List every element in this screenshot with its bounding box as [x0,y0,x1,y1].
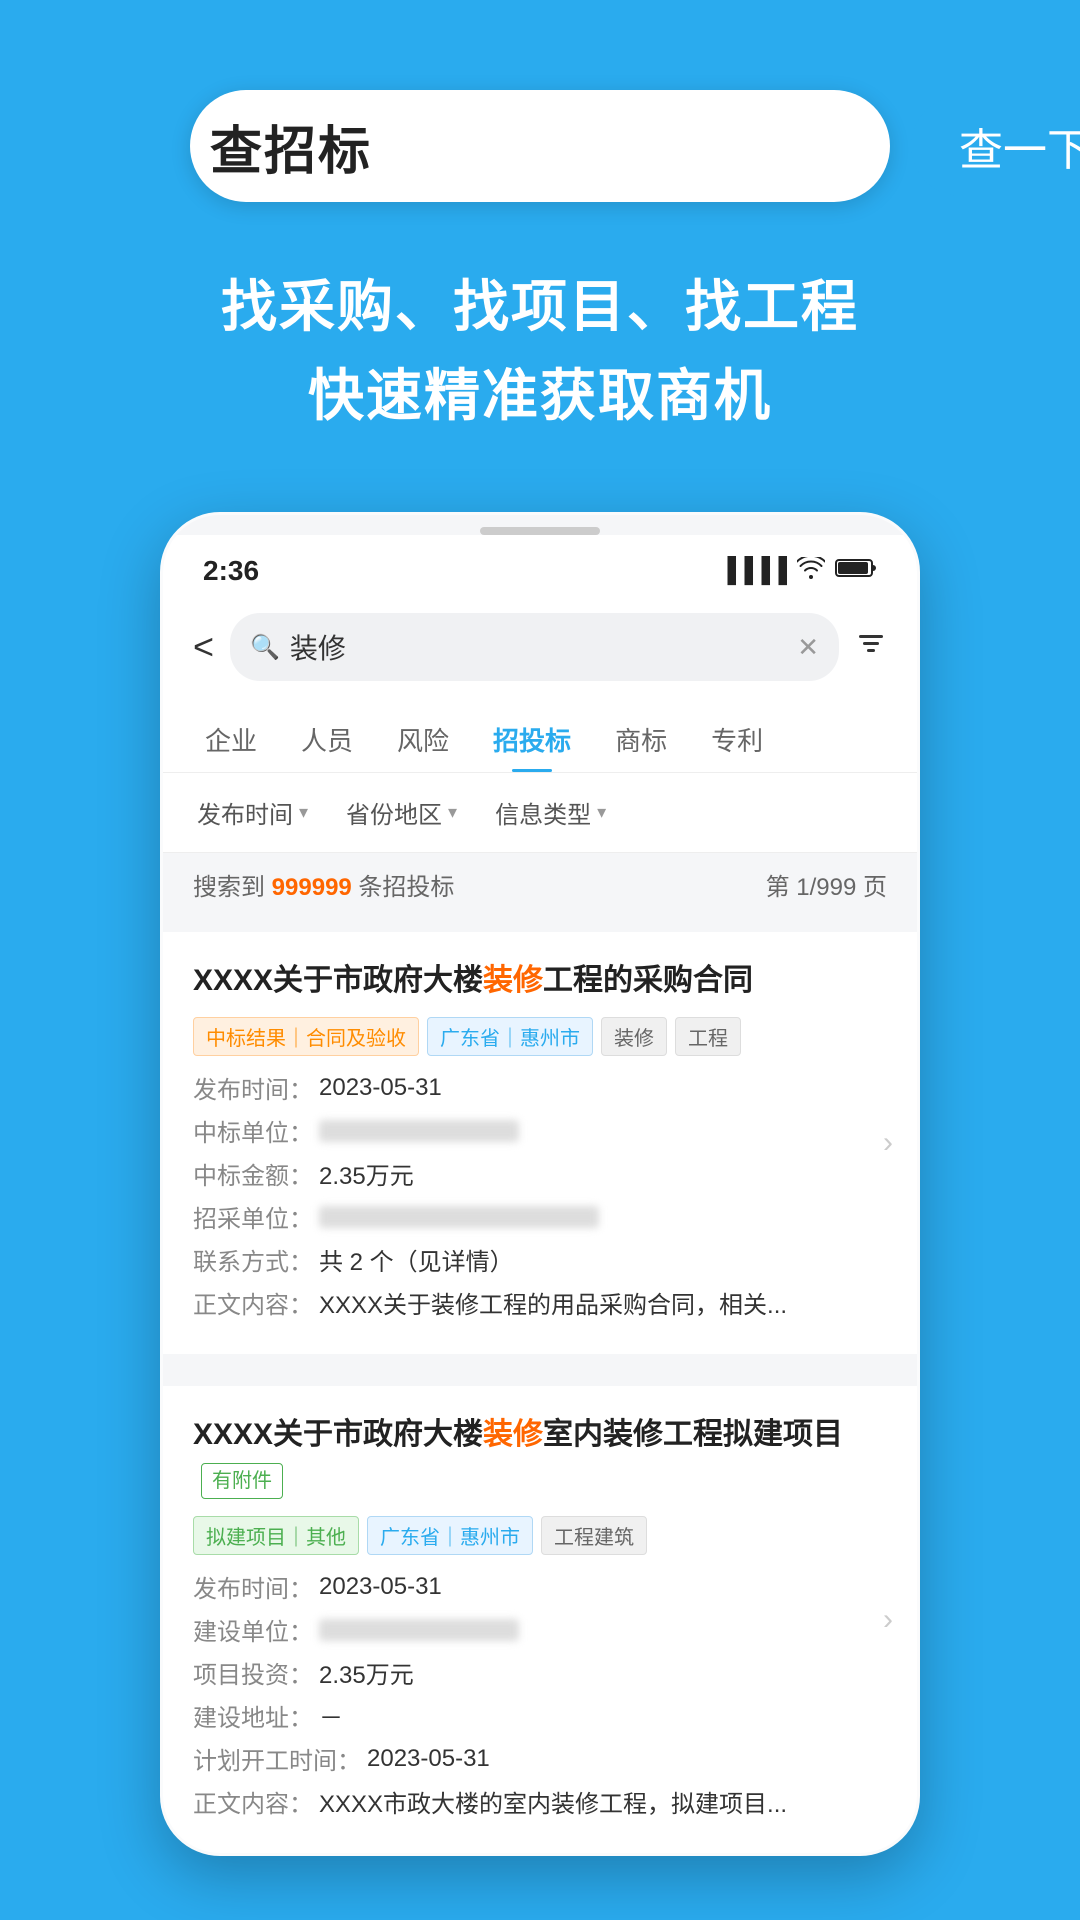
result-item-1[interactable]: XXXX关于市政府大楼装修工程的采购合同 中标结果｜合同及验收 广东省｜惠州市 … [163,932,917,1354]
item-divider [163,1354,917,1370]
result-item-2[interactable]: XXXX关于市政府大楼装修室内装修工程拟建项目 有附件 拟建项目｜其他 广东省｜… [163,1386,917,1853]
result-item-1-tags: 中标结果｜合同及验收 广东省｜惠州市 装修 工程 [193,1017,887,1056]
tag-zhongbiao: 中标结果｜合同及验收 [193,1017,419,1056]
result-item-1-contact: 联系方式： 共 2 个（见详情） [193,1242,887,1277]
subtitle-line1: 找采购、找项目、找工程 [221,262,859,343]
filter-info-type[interactable]: 信息类型 ▾ [481,787,620,838]
phone-filter-icon[interactable] [855,627,887,667]
phone-back-button[interactable]: < [193,626,214,668]
tag-gongcheng-jianzhu: 工程建筑 [541,1516,647,1555]
filter-province-arrow: ▾ [448,802,457,823]
result-item-1-title: XXXX关于市政府大楼装修工程的采购合同 [193,958,887,1003]
filter-publish-time-label: 发布时间 [197,795,293,830]
phone-mockup-wrapper: 2:36 ▐▐▐▐ [160,512,920,1896]
filter-row: 发布时间 ▾ 省份地区 ▾ 信息类型 ▾ [163,773,917,853]
phone-clear-icon[interactable]: ✕ [797,632,819,663]
subtitle-block: 找采购、找项目、找工程 快速精准获取商机 [221,262,859,432]
result-item-2-investment: 项目投资： 2.35万元 [193,1655,887,1690]
main-search-input[interactable] [210,116,911,176]
result-count-text: 搜索到 999999 条招投标 [193,867,454,902]
result-item-2-start-time: 计划开工时间： 2023-05-31 [193,1741,887,1776]
phone-notch [480,527,600,535]
result-item-2-builder-blurred [319,1619,519,1641]
result-item-2-tags: 拟建项目｜其他 广东省｜惠州市 工程建筑 [193,1516,887,1555]
signal-icon: ▐▐▐▐ [719,557,787,585]
result-item-1-publish-time: 发布时间： 2023-05-31 [193,1070,887,1105]
tag-nijianzhu: 拟建项目｜其他 [193,1516,359,1555]
tab-招投标[interactable]: 招投标 [471,707,593,772]
result-item-1-winner: 中标单位： [193,1113,887,1148]
tab-人员[interactable]: 人员 [279,707,375,772]
main-search-button[interactable]: 查一下 [911,96,1080,196]
filter-province-label: 省份地区 [346,795,442,830]
result-item-2-content: 正文内容： XXXX市政大楼的室内装修工程，拟建项目... [193,1784,887,1819]
tag-zhuangxiu: 装修 [601,1017,667,1056]
result-item-1-buyer-blurred [319,1206,599,1228]
result-item-2-address: 建设地址： － [193,1698,887,1733]
filter-publish-time[interactable]: 发布时间 ▾ [183,787,322,838]
tab-专利[interactable]: 专利 [689,707,785,772]
result-item-1-content: 正文内容： XXXX关于装修工程的用品采购合同，相关... [193,1285,887,1320]
tab-风险[interactable]: 风险 [375,707,471,772]
result-item-2-chevron: › [883,1603,893,1637]
phone-mockup: 2:36 ▐▐▐▐ [160,512,920,1856]
tag-gongcheng: 工程 [675,1017,741,1056]
phone-search-keyword: 装修 [290,627,787,667]
filter-publish-time-arrow: ▾ [299,802,308,823]
result-item-2-publish-time: 发布时间： 2023-05-31 [193,1569,887,1604]
phone-search-box[interactable]: 🔍 装修 ✕ [230,613,839,681]
tab-企业[interactable]: 企业 [183,707,279,772]
result-item-2-attachment-badge: 有附件 [201,1463,283,1499]
filter-info-type-arrow: ▾ [597,802,606,823]
tag-guangdong-huizhou-2: 广东省｜惠州市 [367,1516,533,1555]
subtitle-line2: 快速精准获取商机 [221,351,859,432]
wifi-icon [797,557,825,586]
result-item-1-chevron: › [883,1126,893,1160]
filter-province[interactable]: 省份地区 ▾ [332,787,471,838]
main-search-bar: 查一下 [190,90,890,202]
phone-status-bar: 2:36 ▐▐▐▐ [163,535,917,597]
result-count-num: 999999 [272,874,352,901]
phone-time: 2:36 [203,555,259,587]
filter-info-type-label: 信息类型 [495,795,591,830]
phone-tabs: 企业 人员 风险 招投标 商标 专利 [163,697,917,773]
result-item-1-amount: 中标金额： 2.35万元 [193,1156,887,1191]
result-suffix: 条招投标 [352,874,455,901]
result-item-2-builder: 建设单位： [193,1612,887,1647]
result-page: 第 1/999 页 [766,867,887,902]
phone-status-icons: ▐▐▐▐ [719,557,877,586]
battery-icon [835,557,877,586]
result-prefix: 搜索到 [193,874,272,901]
phone-search-icon: 🔍 [250,633,280,662]
result-item-1-winner-blurred [319,1120,519,1142]
result-count-bar: 搜索到 999999 条招投标 第 1/999 页 [163,853,917,916]
tab-商标[interactable]: 商标 [593,707,689,772]
result-item-2-title: XXXX关于市政府大楼装修室内装修工程拟建项目 有附件 [193,1412,887,1502]
tag-guangdong-huizhou: 广东省｜惠州市 [427,1017,593,1056]
phone-search-area: < 🔍 装修 ✕ [163,597,917,697]
result-item-1-buyer: 招采单位： [193,1199,887,1234]
hero-section: 查一下 找采购、找项目、找工程 快速精准获取商机 2:36 ▐▐▐▐ [0,0,1080,1896]
